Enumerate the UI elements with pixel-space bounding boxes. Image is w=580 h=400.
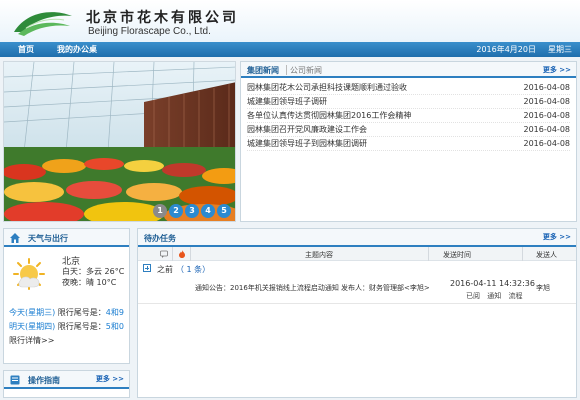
- column-divider: [172, 247, 173, 261]
- house-icon: [10, 233, 20, 243]
- carousel-pagination: 1 2 3 4 5: [153, 204, 231, 218]
- list-item: 各单位认真传达贯彻园林集团2016工作会精神 2016-04-08: [247, 109, 570, 123]
- tab-company-news[interactable]: 公司新闻: [290, 65, 322, 76]
- current-date: 2016年4月20日: [476, 45, 536, 54]
- group-label: 之前: [157, 265, 173, 274]
- todo-title: 待办任务: [144, 234, 176, 243]
- guide-more-link[interactable]: 更多 >>: [96, 374, 124, 384]
- news-tabs: 集团新闻 公司新闻 更多 >>: [241, 62, 576, 78]
- column-divider: [190, 247, 191, 261]
- column-divider: [522, 247, 523, 261]
- weather-night: 夜晚：晴 10°C: [62, 278, 117, 287]
- list-item: 园林集团召开党风廉政建设工作会 2016-04-08: [247, 123, 570, 137]
- news-panel: 集团新闻 公司新闻 更多 >> 园林集团花木公司承担科技课题顺利通过验收 201…: [240, 61, 577, 222]
- todo-more-link[interactable]: 更多 >>: [543, 232, 571, 242]
- limit-number: 5和0: [105, 322, 124, 331]
- weather-day: 白天：多云 26°C: [62, 267, 125, 276]
- column-send-time[interactable]: 发送时间: [443, 250, 471, 260]
- limit-day: 今天(星期三): [9, 308, 56, 317]
- slide-dot[interactable]: 2: [169, 204, 183, 218]
- photo-carousel[interactable]: 1 2 3 4 5: [3, 61, 236, 222]
- task-action-notice[interactable]: 通知: [487, 292, 501, 300]
- task-subject[interactable]: 通知公告：2016年机关报销线上流程启动通知 发布人：财务管理部<李旭>: [195, 283, 430, 293]
- tab-group-news[interactable]: 集团新闻: [247, 65, 279, 76]
- group-count: （ 1 条）: [176, 265, 211, 274]
- task-action-read[interactable]: 已阅: [466, 292, 480, 300]
- news-date: 2016-04-08: [523, 111, 571, 120]
- news-title[interactable]: 各单位认真传达贯彻园林集团2016工作会精神: [247, 109, 411, 123]
- header: 北京市花木有限公司 Beijing Florascape Co., Ltd.: [0, 0, 580, 42]
- greenhouse-photo: [4, 62, 235, 221]
- limit-day: 明天(星期四): [9, 322, 56, 331]
- todo-panel: 待办任务 更多 >> 主题内容 发送时间 发送人 之前 （ 1 条） 通知公告：…: [137, 228, 577, 398]
- slide-dot[interactable]: 5: [217, 204, 231, 218]
- guide-panel: 操作指南 更多 >>: [3, 370, 130, 398]
- news-title[interactable]: 城建集团领导班子调研: [247, 95, 327, 109]
- column-subject[interactable]: 主题内容: [305, 250, 333, 260]
- nav-home[interactable]: 首页: [18, 44, 34, 55]
- message-icon: [160, 250, 168, 258]
- limit-label: 限行尾号是：: [55, 322, 106, 331]
- table-header: 主题内容 发送时间 发送人: [138, 247, 576, 261]
- list-item: 城建集团领导班子调研 2016-04-08: [247, 95, 570, 109]
- news-title[interactable]: 园林集团召开党风廉政建设工作会: [247, 123, 367, 137]
- traffic-limit-details-link[interactable]: 限行详情>>: [9, 335, 54, 346]
- task-send-time: 2016-04-11 14:32:36: [450, 279, 535, 288]
- book-icon: [10, 375, 20, 385]
- news-list: 园林集团花木公司承担科技课题顺利通过验收 2016-04-08 城建集团领导班子…: [241, 78, 576, 151]
- slide-dot[interactable]: 1: [153, 204, 167, 218]
- traffic-limit-tomorrow: 明天(星期四) 限行尾号是：5和0: [9, 321, 124, 332]
- todo-header: 待办任务 更多 >>: [138, 229, 576, 247]
- news-date: 2016-04-08: [523, 97, 571, 106]
- guide-title: 操作指南: [28, 376, 60, 385]
- tab-divider: [286, 65, 287, 75]
- expand-icon[interactable]: [143, 264, 151, 272]
- list-item: 园林集团花木公司承担科技课题顺利通过验收 2016-04-08: [247, 81, 570, 95]
- table-row[interactable]: 通知公告：2016年机关报销线上流程启动通知 发布人：财务管理部<李旭> 201…: [138, 276, 576, 304]
- nav-my-desk[interactable]: 我的办公桌: [57, 44, 97, 55]
- weather-title: 天气与出行: [28, 234, 68, 243]
- company-name-cn: 北京市花木有限公司: [86, 10, 239, 26]
- list-item: 城建集团领导班子到园林集团调研 2016-04-08: [247, 137, 570, 151]
- current-weekday: 星期三: [548, 45, 572, 54]
- column-divider: [428, 247, 429, 261]
- limit-number: 4和9: [105, 308, 124, 317]
- limit-label: 限行尾号是：: [55, 308, 106, 317]
- news-more-link[interactable]: 更多 >>: [543, 65, 571, 75]
- news-title[interactable]: 城建集团领导班子到园林集团调研: [247, 137, 367, 151]
- news-date: 2016-04-08: [523, 125, 571, 134]
- slide-dot[interactable]: 4: [201, 204, 215, 218]
- urgent-flame-icon: [179, 250, 185, 258]
- slide-dot[interactable]: 3: [185, 204, 199, 218]
- task-sender: 李旭: [536, 284, 550, 292]
- weather-header: 天气与出行: [4, 229, 129, 247]
- traffic-limit-today: 今天(星期三) 限行尾号是：4和9: [9, 307, 124, 318]
- company-name-en: Beijing Florascape Co., Ltd.: [88, 26, 211, 37]
- main-nav: 首页 我的办公桌 2016年4月20日 星期三: [0, 42, 580, 57]
- news-date: 2016-04-08: [523, 139, 571, 148]
- task-group-row: 之前 （ 1 条）: [138, 261, 576, 275]
- weather-panel: 天气与出行 北京 白天：多云 26°C 夜晚：晴 10°C 今天(星期三) 限行…: [3, 228, 130, 364]
- news-date: 2016-04-08: [523, 83, 571, 92]
- news-title[interactable]: 园林集团花木公司承担科技课题顺利通过验收: [247, 81, 407, 95]
- task-actions: 已阅 通知 流程: [466, 291, 527, 301]
- leaf-logo-icon: [14, 12, 72, 36]
- task-action-flow[interactable]: 流程: [508, 292, 522, 300]
- column-sender[interactable]: 发送人: [536, 250, 557, 260]
- guide-header: 操作指南 更多 >>: [4, 371, 129, 389]
- sun-icon: [13, 258, 45, 290]
